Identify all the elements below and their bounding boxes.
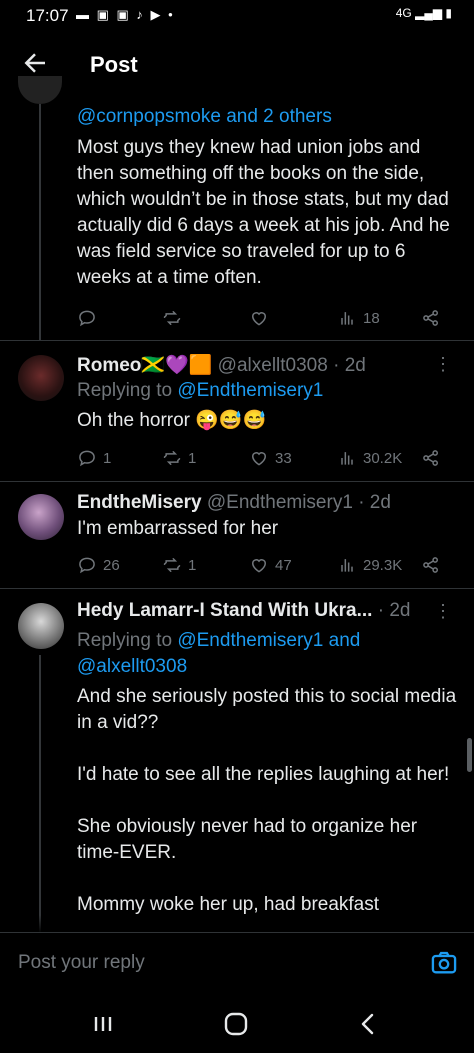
reply-input[interactable]: [16, 951, 400, 975]
divider: [0, 588, 474, 589]
tweet-actions: 18: [77, 304, 457, 332]
replying-to-handle[interactable]: @alxellt0308: [77, 656, 187, 677]
avatar[interactable]: [18, 603, 64, 649]
share-button[interactable]: [421, 308, 441, 328]
more-options-icon[interactable]: ⋮: [434, 601, 452, 622]
replying-to-handle[interactable]: @Endthemisery1: [177, 380, 323, 401]
like-count: 33: [275, 449, 292, 467]
reply-icon: [79, 310, 95, 327]
heart-icon: [251, 559, 267, 573]
views-icon: [341, 312, 353, 325]
replying-to-handles[interactable]: @cornpopsmoke and 2 others: [77, 106, 332, 128]
reply-button[interactable]: 1: [77, 448, 111, 468]
heart-icon: [251, 452, 267, 466]
replying-to-label: Replying to: [77, 380, 178, 401]
back-nav-icon[interactable]: [348, 1008, 388, 1040]
repost-icon: [163, 558, 181, 572]
views-icon: [341, 452, 353, 465]
repost-count: 1: [188, 556, 197, 574]
replying-to-handle[interactable]: @Endthemisery1: [177, 630, 323, 651]
avatar[interactable]: [18, 76, 62, 104]
tweet-header: Hedy Lamarr-I Stand With Ukra... · 2d: [77, 600, 410, 622]
views-button[interactable]: 30.2K: [337, 448, 402, 468]
display-name[interactable]: EndtheMisery: [77, 492, 202, 513]
top-bar: Post: [0, 36, 474, 94]
divider: [0, 481, 474, 482]
timestamp[interactable]: · 2d: [333, 355, 366, 376]
avatar[interactable]: [18, 494, 64, 540]
replying-to-label: Replying to: [77, 630, 178, 651]
repost-button[interactable]: 1: [162, 448, 196, 468]
views-count: 29.3K: [363, 556, 403, 574]
heart-icon: [251, 312, 267, 326]
thread-line: [39, 104, 41, 340]
like-button[interactable]: [249, 308, 269, 328]
reply-count: 1: [103, 449, 112, 467]
name-emoji: 🇯🇲💜🟧: [141, 355, 213, 376]
camera-icon[interactable]: [430, 949, 458, 977]
network-type: 4G: [395, 6, 412, 20]
timestamp[interactable]: · 2d: [378, 600, 411, 621]
tweet-text: Oh the horror 😜😅😅: [77, 410, 267, 431]
signal-icon: ▂▄▆: [415, 6, 446, 20]
repost-count: 1: [188, 449, 197, 467]
views-button[interactable]: 29.3K: [337, 555, 402, 575]
like-button[interactable]: 47: [249, 555, 292, 575]
system-nav-bar: [0, 994, 474, 1053]
replying-to: Replying to @Endthemisery1 and @alxellt0…: [77, 628, 462, 680]
battery-icon: ▮: [445, 6, 452, 20]
share-button[interactable]: [421, 448, 441, 468]
views-count: 18: [363, 309, 380, 327]
share-icon: [423, 310, 438, 326]
divider: [0, 340, 474, 341]
timestamp[interactable]: · 2d: [358, 492, 391, 513]
page-title: Post: [90, 52, 138, 77]
like-button[interactable]: 33: [249, 448, 292, 468]
display-name[interactable]: Hedy Lamarr-I Stand With Ukra...: [77, 600, 372, 621]
tweet-actions: 1 1 33 30.2K: [77, 444, 457, 472]
thread-line: [39, 655, 41, 932]
repost-button[interactable]: [162, 308, 182, 328]
recent-apps-icon[interactable]: [83, 1008, 123, 1040]
home-icon[interactable]: [216, 1008, 256, 1040]
handle[interactable]: @alxellt0308: [218, 355, 328, 376]
views-icon: [341, 559, 353, 572]
signal-battery-icons: 4G ▂▄▆ ▮: [396, 6, 452, 20]
status-time: 17:07: [26, 6, 69, 25]
repost-icon: [163, 311, 181, 325]
status-bar: 17:07 ▬ ▣ ▣ ♪ ▶ • 4G ▂▄▆ ▮: [0, 0, 474, 32]
replying-to-and: and: [323, 630, 361, 651]
repost-icon: [163, 451, 181, 465]
replying-to: Replying to @Endthemisery1: [77, 380, 323, 402]
content-fade: [0, 915, 474, 933]
display-name[interactable]: Romeo: [77, 355, 141, 376]
repost-button[interactable]: 1: [162, 555, 196, 575]
scrollbar-thumb[interactable]: [467, 738, 472, 772]
tweet-header: Romeo🇯🇲💜🟧 @alxellt0308 · 2d: [77, 353, 366, 377]
tweet-text: Most guys they knew had union jobs and t…: [77, 137, 450, 288]
share-icon: [423, 450, 438, 466]
handle[interactable]: @Endthemisery1: [207, 492, 353, 513]
share-icon: [423, 557, 438, 573]
tweet-header: EndtheMisery @Endthemisery1 · 2d: [77, 492, 391, 514]
reply-icon: [79, 557, 95, 574]
reply-button[interactable]: 26: [77, 555, 120, 575]
reply-composer: [0, 932, 474, 995]
like-count: 47: [275, 556, 292, 574]
tweet-text: I'm embarrassed for her: [77, 518, 279, 539]
tweet-actions: 26 1 47 29.3K: [77, 551, 457, 579]
reply-count: 26: [103, 556, 120, 574]
share-button[interactable]: [421, 555, 441, 575]
views-count: 30.2K: [363, 449, 403, 467]
notification-icons: ▬ ▣ ▣ ♪ ▶ •: [76, 7, 175, 22]
tweet-text: And she seriously posted this to social …: [77, 686, 457, 915]
back-arrow-icon[interactable]: [20, 48, 50, 78]
avatar[interactable]: [18, 355, 64, 401]
reply-button[interactable]: [77, 308, 97, 328]
more-options-icon[interactable]: ⋮: [434, 354, 452, 375]
reply-icon: [79, 450, 95, 467]
views-button[interactable]: 18: [337, 308, 380, 328]
